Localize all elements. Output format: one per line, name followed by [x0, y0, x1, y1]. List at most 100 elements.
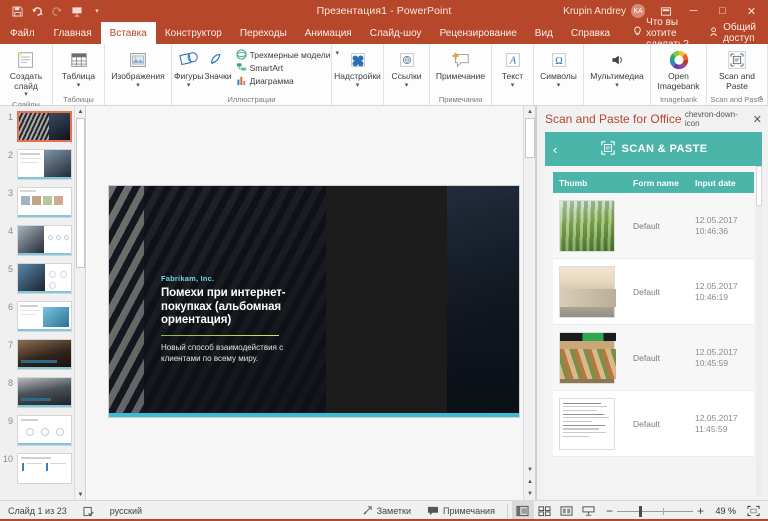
redo-icon[interactable]	[48, 2, 66, 20]
scan-paste-forms-list[interactable]: Thumb Form name Input date Default 12.05…	[545, 166, 762, 496]
row-thumbnail-forest[interactable]	[559, 200, 615, 252]
thumbnail-item-4[interactable]: 4	[0, 220, 85, 258]
tab-insert[interactable]: Вставка	[101, 22, 156, 44]
thumbnail-item-7[interactable]: 7	[0, 334, 85, 372]
thumbnail-image[interactable]	[17, 263, 72, 294]
reading-view-icon[interactable]	[556, 501, 578, 521]
table-button[interactable]: Таблица ▾	[55, 47, 102, 90]
slide-counter[interactable]: Слайд 1 из 23	[0, 501, 75, 521]
new-slide-button[interactable]: Создать слайд ▾	[2, 47, 50, 99]
avatar[interactable]: KA	[631, 4, 645, 18]
tab-animations[interactable]: Анимация	[296, 22, 361, 44]
tab-design[interactable]: Конструктор	[156, 22, 231, 44]
chevron-down-icon[interactable]: ▾	[615, 83, 619, 90]
thumbnail-image[interactable]	[17, 339, 72, 370]
thumbnail-item-5[interactable]: 5	[0, 258, 85, 296]
chart-item[interactable]: Диаграмма	[236, 75, 339, 86]
chevron-down-icon[interactable]: ▾	[187, 83, 191, 90]
chevron-down-icon[interactable]: ▾	[24, 92, 28, 99]
previous-slide-icon[interactable]: ▼	[524, 464, 536, 476]
slide-area-vertical-scrollbar[interactable]: ▲ ▼ ▲ ▼	[523, 106, 535, 500]
list-item[interactable]: Default 12.05.2017 10:46:19	[553, 259, 754, 325]
zoom-out-button[interactable]: −	[606, 504, 613, 518]
scrollbar-thumb[interactable]	[525, 118, 535, 158]
smartart-item[interactable]: SmartArt	[236, 62, 339, 73]
slide-sorter-icon[interactable]	[534, 501, 556, 521]
thumbnail-scrollbar[interactable]: ▲ ▼	[74, 106, 85, 500]
maximize-button[interactable]: □	[708, 0, 737, 22]
thumbnail-item-1[interactable]: 1	[0, 106, 85, 144]
addins-button[interactable]: Надстройки ▾	[334, 47, 381, 90]
scroll-down-icon[interactable]: ▼	[75, 489, 86, 500]
slide-text-block[interactable]: Fabrikam, Inc. Помехи при интернет-покуп…	[161, 274, 316, 364]
list-item[interactable]: Default 12.05.2017 11:45:59	[553, 391, 754, 457]
symbols-button[interactable]: Ω Символы ▾	[536, 47, 581, 90]
scan-and-paste-button[interactable]: Scan and Paste	[709, 47, 765, 91]
accessibility-check-icon[interactable]	[75, 501, 102, 521]
chevron-down-icon[interactable]: ▾	[356, 83, 360, 90]
minimize-button[interactable]: ─	[679, 0, 708, 22]
thumbnail-image[interactable]	[17, 453, 72, 484]
next-slide-icon[interactable]: ▲	[524, 476, 536, 488]
undo-icon[interactable]	[28, 2, 46, 20]
thumbnail-image[interactable]	[17, 377, 72, 408]
row-thumbnail-seaside[interactable]	[559, 266, 615, 318]
scrollbar-thumb[interactable]	[76, 118, 85, 268]
tab-file[interactable]: Файл	[0, 22, 45, 44]
thumbnail-item-3[interactable]: 3	[0, 182, 85, 220]
share-button[interactable]: Общий доступ	[710, 22, 768, 44]
text-button[interactable]: A Текст ▾	[494, 47, 531, 90]
thumbnail-item-10[interactable]: 10	[0, 448, 85, 486]
tab-help[interactable]: Справка	[562, 22, 619, 44]
chevron-down-icon[interactable]: ▾	[557, 83, 561, 90]
slide-thumbnail-pane[interactable]: 1 2 3	[0, 106, 86, 500]
comment-button[interactable]: Примечание	[433, 47, 489, 82]
close-button[interactable]: ✕	[737, 0, 766, 22]
start-slideshow-icon[interactable]	[68, 2, 86, 20]
tab-view[interactable]: Вид	[526, 22, 562, 44]
normal-view-icon[interactable]	[512, 501, 534, 521]
comments-button[interactable]: Примечания	[419, 501, 503, 521]
shapes-button[interactable]: Фигуры ▾	[174, 47, 203, 90]
language-indicator[interactable]: русский	[102, 501, 150, 521]
zoom-track[interactable]	[617, 511, 693, 512]
pictures-button[interactable]: Изображения ▾	[107, 47, 169, 90]
chevron-down-icon[interactable]: ▾	[77, 83, 81, 90]
zoom-slider[interactable]: − +	[600, 504, 710, 518]
scrollbar-thumb[interactable]	[756, 166, 762, 206]
chevron-down-icon[interactable]: ▾	[136, 83, 140, 90]
open-imagebank-button[interactable]: Open Imagebank	[653, 47, 704, 91]
row-thumbnail-food[interactable]	[559, 332, 615, 384]
thumbnail-item-9[interactable]: 9	[0, 410, 85, 448]
chevron-up-icon[interactable]: ⌃	[757, 95, 764, 104]
save-icon[interactable]	[8, 2, 26, 20]
slide-edit-area[interactable]: Fabrikam, Inc. Помехи при интернет-покуп…	[87, 106, 536, 500]
thumbnail-item-2[interactable]: 2	[0, 144, 85, 182]
task-pane-scrollbar[interactable]	[756, 166, 762, 496]
icons-button[interactable]: Значки	[204, 47, 231, 82]
current-slide[interactable]: Fabrikam, Inc. Помехи при интернет-покуп…	[109, 186, 519, 417]
thumbnail-image[interactable]	[17, 187, 72, 218]
chevron-down-icon[interactable]: ▾	[511, 83, 515, 90]
thumbnail-image[interactable]	[17, 415, 72, 446]
thumbnail-image[interactable]	[17, 149, 72, 180]
thumbnail-image[interactable]	[17, 225, 72, 256]
row-thumbnail-document[interactable]	[559, 398, 615, 450]
close-icon[interactable]: ✕	[753, 113, 762, 126]
user-name[interactable]: Krupin Andrey	[563, 6, 626, 17]
links-button[interactable]: Ссылки ▾	[386, 47, 427, 90]
scroll-up-icon[interactable]: ▲	[524, 106, 536, 118]
notes-button[interactable]: Заметки	[354, 501, 419, 521]
tab-transitions[interactable]: Переходы	[231, 22, 296, 44]
tab-slideshow[interactable]: Слайд-шоу	[361, 22, 431, 44]
customize-qat-icon[interactable]: ▾	[88, 2, 106, 20]
zoom-handle[interactable]	[639, 506, 642, 517]
scroll-up-icon[interactable]: ▲	[75, 106, 86, 117]
new-slide-scroll-icon[interactable]: ▼	[524, 488, 536, 500]
chevron-down-icon[interactable]: chevron-down-icon	[681, 110, 753, 128]
chevron-down-icon[interactable]: ▾	[405, 83, 409, 90]
tell-me-box[interactable]: Что вы хотите сделать?	[633, 22, 710, 44]
thumbnail-item-8[interactable]: 8	[0, 372, 85, 410]
thumbnail-image[interactable]	[17, 111, 72, 142]
list-item[interactable]: Default 12.05.2017 10:46:36	[553, 193, 754, 259]
